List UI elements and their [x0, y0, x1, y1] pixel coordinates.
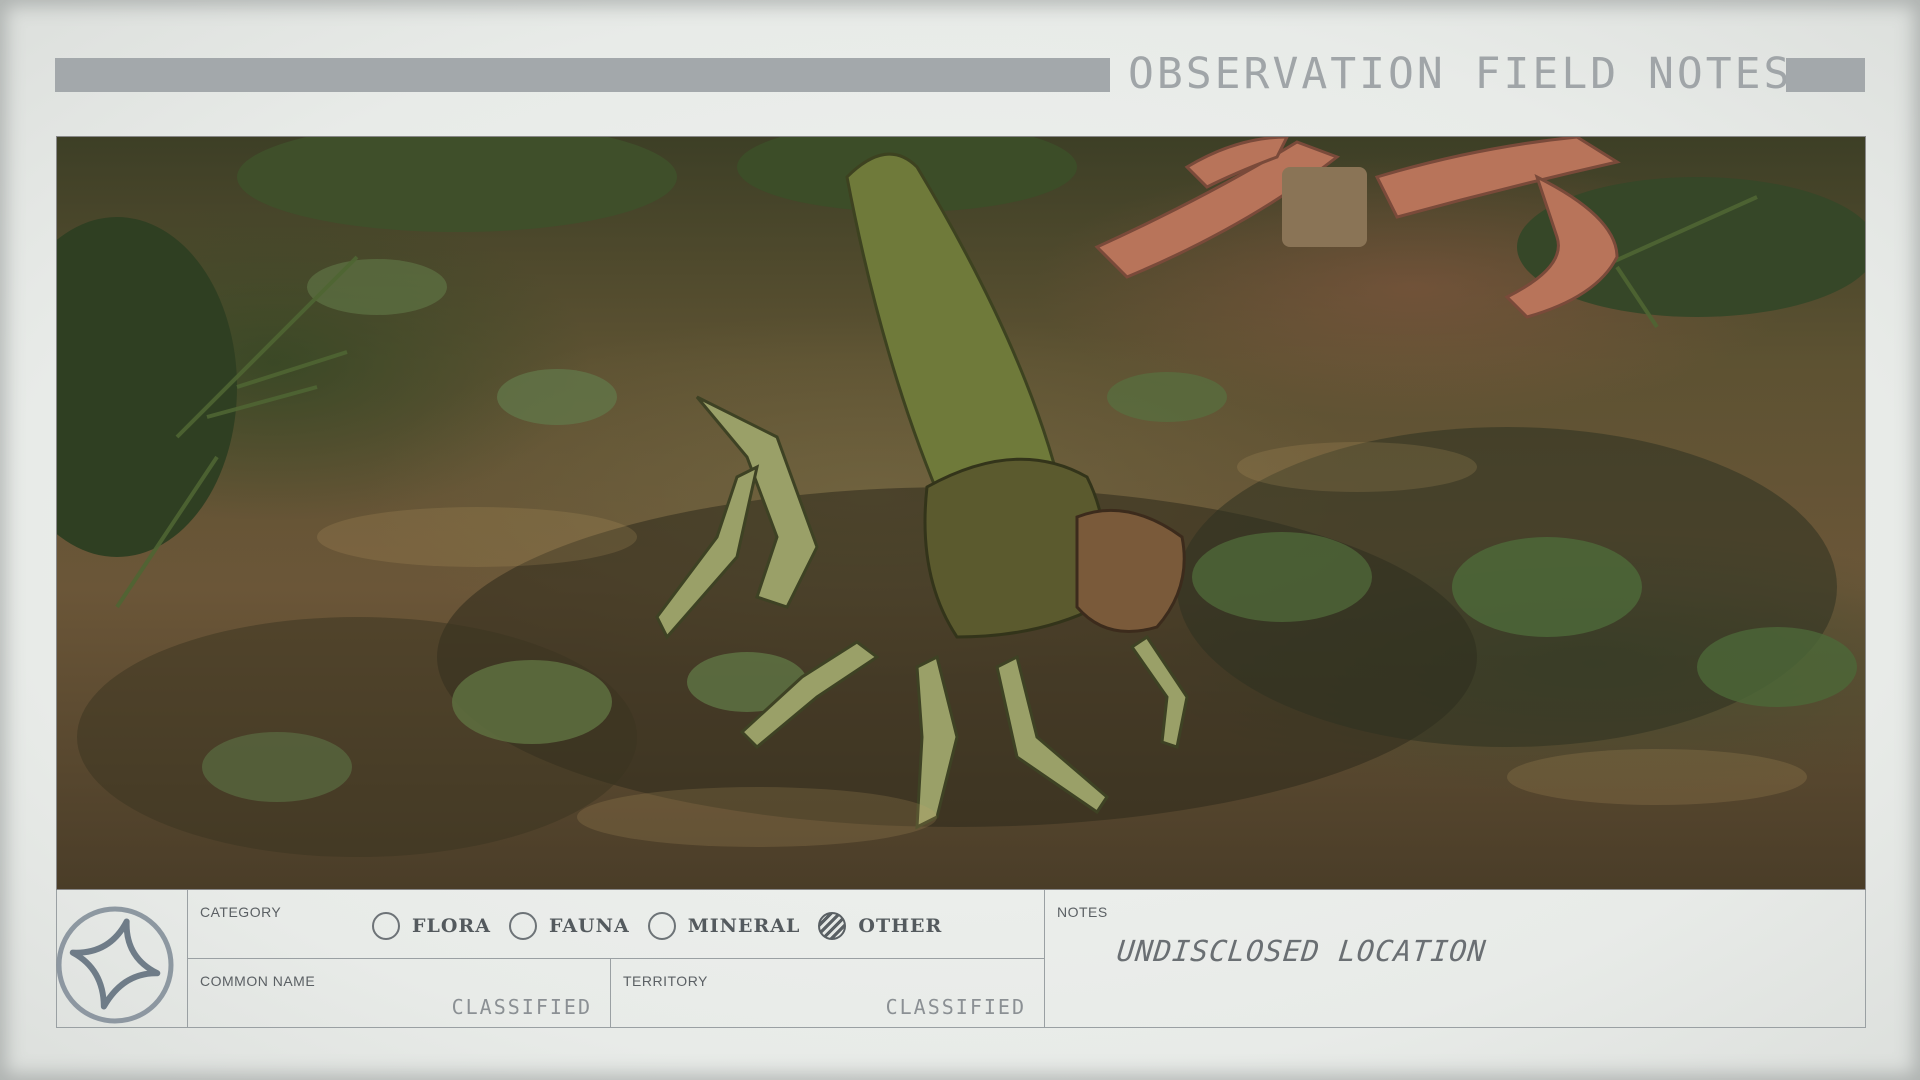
territory-field: TERRITORY CLASSIFIED [611, 959, 1045, 1027]
category-option-other[interactable]: OTHER [818, 912, 942, 940]
mineral-radio[interactable] [647, 912, 676, 940]
alien-creature-image [57, 137, 1865, 857]
fauna-label: FAUNA [548, 915, 630, 937]
other-radio[interactable] [818, 912, 847, 940]
other-label: OTHER [858, 915, 943, 937]
star-compass-icon [56, 906, 174, 1024]
notes-label: NOTES [1057, 904, 1108, 920]
mineral-label: MINERAL [687, 915, 801, 937]
category-option-fauna[interactable]: FAUNA [508, 912, 630, 940]
category-option-mineral[interactable]: MINERAL [647, 912, 801, 940]
flora-label: FLORA [412, 915, 491, 937]
category-label: CATEGORY [200, 904, 282, 920]
notes-field: NOTES UNDISCLOSED LOCATION [1045, 890, 1865, 1027]
field-notes-form: CATEGORY FLORA FAUNA MINERAL OTHER COMMO… [56, 890, 1866, 1028]
title-bar-right [1786, 58, 1865, 92]
page-title: OBSERVATION FIELD NOTES [1128, 49, 1793, 99]
logo-cell [56, 890, 188, 1027]
category-option-flora[interactable]: FLORA [372, 912, 491, 940]
common-name-value: CLASSIFIED [451, 995, 592, 1019]
creature-photo [56, 136, 1866, 890]
territory-label: TERRITORY [623, 973, 708, 989]
fauna-radio[interactable] [508, 912, 537, 940]
field-notes-card: OBSERVATION FIELD NOTES CATEGORY FLORA F… [0, 0, 1920, 1080]
common-name-label: COMMON NAME [200, 973, 316, 989]
territory-value: CLASSIFIED [885, 995, 1026, 1019]
title-bar-left [55, 58, 1110, 92]
notes-value: UNDISCLOSED LOCATION [1115, 934, 1488, 968]
category-options: FLORA FAUNA MINERAL OTHER [372, 912, 960, 940]
common-name-field: COMMON NAME CLASSIFIED [188, 959, 611, 1027]
category-field: CATEGORY FLORA FAUNA MINERAL OTHER [188, 890, 1045, 959]
flora-radio[interactable] [372, 912, 400, 940]
